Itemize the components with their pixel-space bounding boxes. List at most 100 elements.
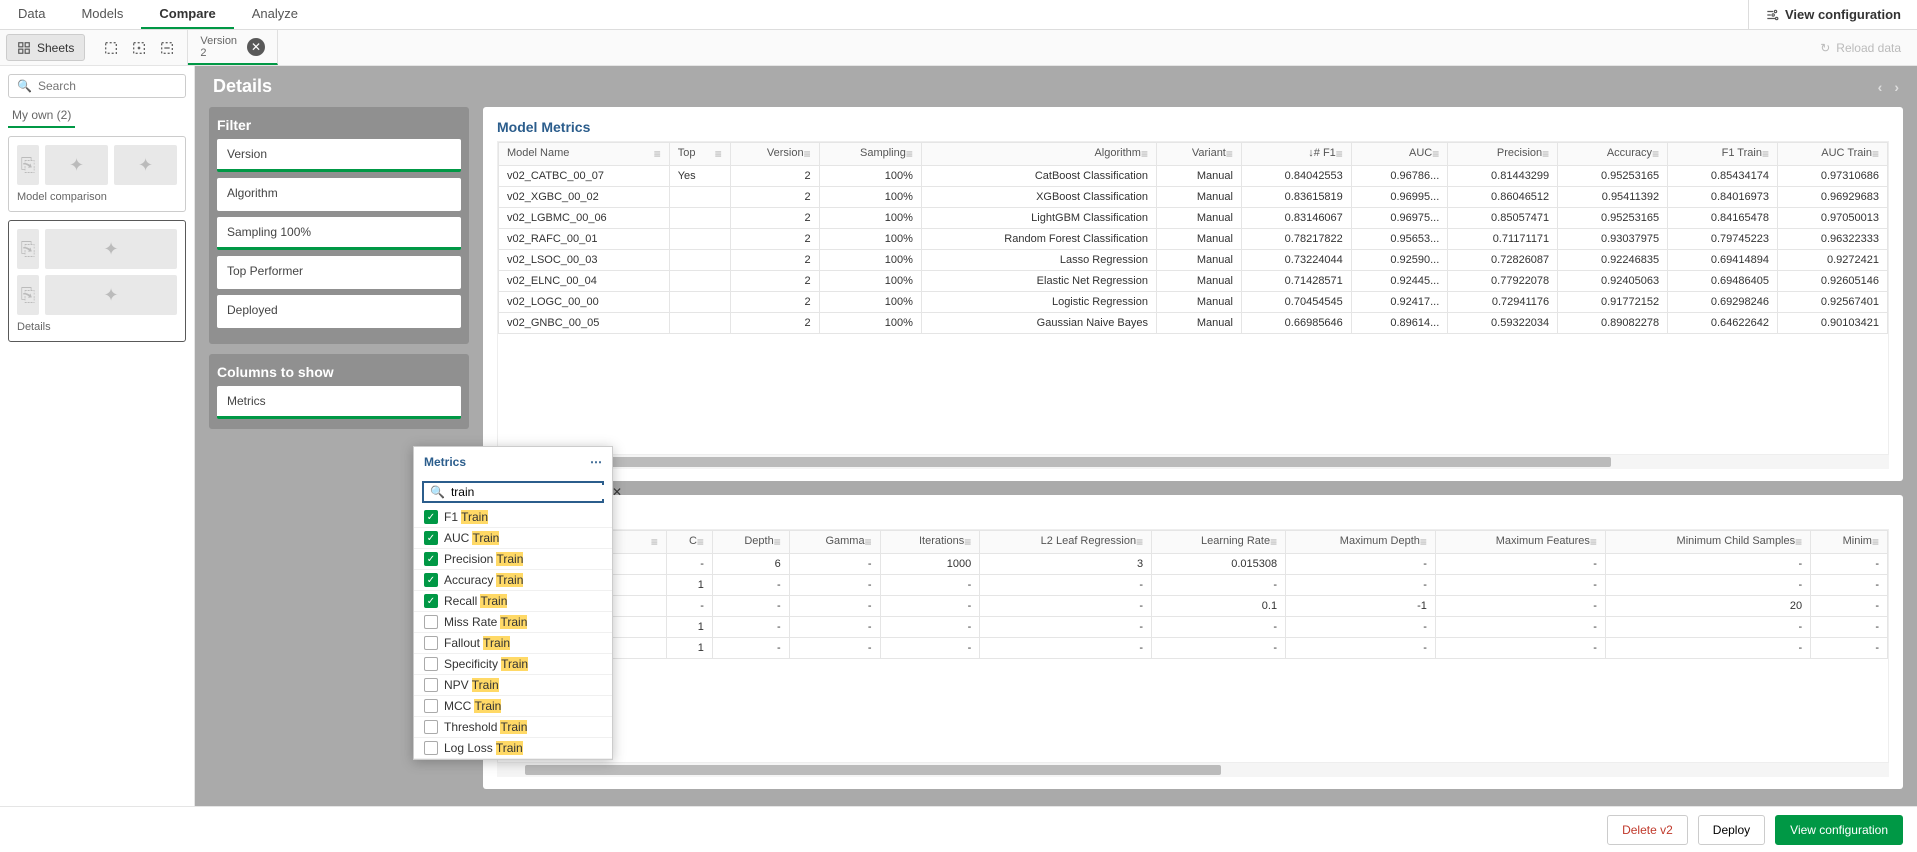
view-configuration-top[interactable]: View configuration (1748, 0, 1917, 29)
checkbox-icon[interactable] (424, 636, 438, 650)
column-header[interactable]: Model Name≡ (499, 143, 670, 166)
column-menu-icon[interactable]: ≡ (906, 147, 913, 161)
checkbox-icon[interactable] (424, 657, 438, 671)
chevron-right-icon[interactable]: › (1894, 79, 1899, 95)
column-header[interactable]: F1 Train≡ (1668, 143, 1778, 166)
tab-analyze[interactable]: Analyze (234, 0, 316, 29)
column-menu-icon[interactable]: ≡ (774, 535, 781, 549)
table-row[interactable]: v02_ELNC_00_042100%Elastic Net Regressio… (499, 271, 1888, 292)
table-row[interactable]: v02_LGBMC_00_062100%LightGBM Classificat… (499, 208, 1888, 229)
column-header[interactable]: Depth≡ (712, 531, 789, 554)
column-menu-icon[interactable]: ≡ (804, 147, 811, 161)
column-header[interactable]: C≡ (666, 531, 712, 554)
column-menu-icon[interactable]: ≡ (697, 535, 704, 549)
more-icon[interactable]: ⋯ (590, 455, 602, 469)
table-row[interactable]: v02_LOGC_00_002100%Logistic RegressionMa… (499, 292, 1888, 313)
checkbox-icon[interactable] (424, 720, 438, 734)
metric-option[interactable]: Fallout Train (414, 633, 612, 654)
column-header[interactable]: Minim≡ (1811, 531, 1888, 554)
h-scrollbar[interactable] (497, 455, 1889, 469)
checkbox-icon[interactable] (424, 615, 438, 629)
table-row[interactable]: v02_LOGC_00_001--------- (499, 617, 1888, 638)
selection-tool-2-icon[interactable] (129, 38, 149, 58)
metric-option[interactable]: Log Loss Train (414, 738, 612, 759)
metric-option[interactable]: Specificity Train (414, 654, 612, 675)
column-header[interactable]: AUC≡ (1351, 143, 1447, 166)
column-header[interactable]: Variant≡ (1156, 143, 1241, 166)
column-header[interactable]: Gamma≡ (789, 531, 880, 554)
table-row[interactable]: v02_LGBMC_00_06-----0.1-1-20- (499, 596, 1888, 617)
chevron-left-icon[interactable]: ‹ (1878, 79, 1883, 95)
close-icon[interactable]: ✕ (247, 38, 265, 56)
selection-tool-1-icon[interactable] (101, 38, 121, 58)
table-row[interactable]: v02_XGBC_00_022100%XGBoost Classificatio… (499, 187, 1888, 208)
column-menu-icon[interactable]: ≡ (964, 535, 971, 549)
column-menu-icon[interactable]: ≡ (1226, 147, 1233, 161)
table-row[interactable]: v02_CATBC_00_07Yes2100%CatBoost Classifi… (499, 166, 1888, 187)
column-menu-icon[interactable]: ≡ (1872, 535, 1879, 549)
metrics-search-input[interactable] (451, 485, 606, 499)
checkbox-icon[interactable]: ✓ (424, 531, 438, 545)
metrics-item[interactable]: Metrics (217, 386, 461, 419)
metric-option[interactable]: Miss Rate Train (414, 612, 612, 633)
column-menu-icon[interactable]: ≡ (1795, 535, 1802, 549)
column-menu-icon[interactable]: ≡ (1141, 147, 1148, 161)
metric-option[interactable]: ✓Precision Train (414, 549, 612, 570)
column-header[interactable]: AUC Train≡ (1777, 143, 1887, 166)
column-header[interactable]: Maximum Features≡ (1435, 531, 1605, 554)
column-header[interactable]: Top≡ (669, 143, 730, 166)
metric-option[interactable]: ✓F1 Train (414, 507, 612, 528)
column-header[interactable]: Accuracy≡ (1558, 143, 1668, 166)
view-configuration-button[interactable]: View configuration (1775, 815, 1903, 845)
metric-option[interactable]: MCC Train (414, 696, 612, 717)
table-row[interactable]: v02_LSOC_00_031--------- (499, 638, 1888, 659)
column-header[interactable]: Precision≡ (1448, 143, 1558, 166)
column-menu-icon[interactable]: ≡ (1432, 147, 1439, 161)
table-row[interactable]: v02_GNBC_00_052100%Gaussian Naive BayesM… (499, 313, 1888, 334)
column-header[interactable]: L2 Leaf Regression≡ (980, 531, 1152, 554)
metric-option[interactable]: ✓Recall Train (414, 591, 612, 612)
delete-button[interactable]: Delete v2 (1607, 815, 1688, 845)
hyperparameters-table-wrap[interactable]: Model Name ↑#≡C≡Depth≡Gamma≡Iterations≡L… (497, 529, 1889, 763)
column-menu-icon[interactable]: ≡ (1762, 147, 1769, 161)
filter-item[interactable]: Version (217, 139, 461, 172)
table-row[interactable]: v02_LSOC_00_032100%Lasso RegressionManua… (499, 250, 1888, 271)
metric-option[interactable]: ✓AUC Train (414, 528, 612, 549)
tab-models[interactable]: Models (63, 0, 141, 29)
column-menu-icon[interactable]: ≡ (1590, 535, 1597, 549)
reload-button[interactable]: ↻ Reload data (1804, 41, 1917, 55)
table-row[interactable]: v02_ELNC_00_041--------- (499, 575, 1888, 596)
search-input[interactable] (38, 79, 177, 93)
metrics-search[interactable]: 🔍 ✕ (422, 481, 604, 503)
checkbox-icon[interactable]: ✓ (424, 594, 438, 608)
column-header[interactable]: Minimum Child Samples≡ (1605, 531, 1810, 554)
deploy-button[interactable]: Deploy (1698, 815, 1765, 845)
filter-item[interactable]: Deployed (217, 295, 461, 328)
column-menu-icon[interactable]: ≡ (1542, 147, 1549, 161)
tab-data[interactable]: Data (0, 0, 63, 29)
column-menu-icon[interactable]: ≡ (1652, 147, 1659, 161)
column-menu-icon[interactable]: ≡ (1270, 535, 1277, 549)
search-box[interactable]: 🔍 (8, 74, 186, 98)
column-menu-icon[interactable]: ≡ (715, 147, 722, 161)
checkbox-icon[interactable] (424, 678, 438, 692)
column-menu-icon[interactable]: ≡ (654, 147, 661, 161)
checkbox-icon[interactable] (424, 699, 438, 713)
model-metrics-table-wrap[interactable]: Model Name≡Top≡Version≡Sampling≡Algorith… (497, 141, 1889, 455)
column-header[interactable]: Version≡ (730, 143, 819, 166)
checkbox-icon[interactable]: ✓ (424, 552, 438, 566)
sheet-thumb-model-comparison[interactable]: ⎘ ✦ ✦ Model comparison (8, 136, 186, 212)
column-menu-icon[interactable]: ≡ (1336, 147, 1343, 161)
filter-item[interactable]: Sampling 100% (217, 217, 461, 250)
column-menu-icon[interactable]: ≡ (651, 535, 658, 549)
metric-option[interactable]: Threshold Train (414, 717, 612, 738)
sheets-button[interactable]: Sheets (6, 34, 85, 61)
column-header[interactable]: Algorithm≡ (921, 143, 1156, 166)
version-tab[interactable]: Version 2 ✕ (188, 30, 278, 65)
tab-compare[interactable]: Compare (141, 0, 233, 29)
column-header[interactable]: Iterations≡ (880, 531, 980, 554)
myown-tab[interactable]: My own (2) (8, 98, 75, 128)
checkbox-icon[interactable] (424, 741, 438, 755)
clear-icon[interactable]: ✕ (612, 485, 622, 499)
filter-item[interactable]: Algorithm (217, 178, 461, 211)
